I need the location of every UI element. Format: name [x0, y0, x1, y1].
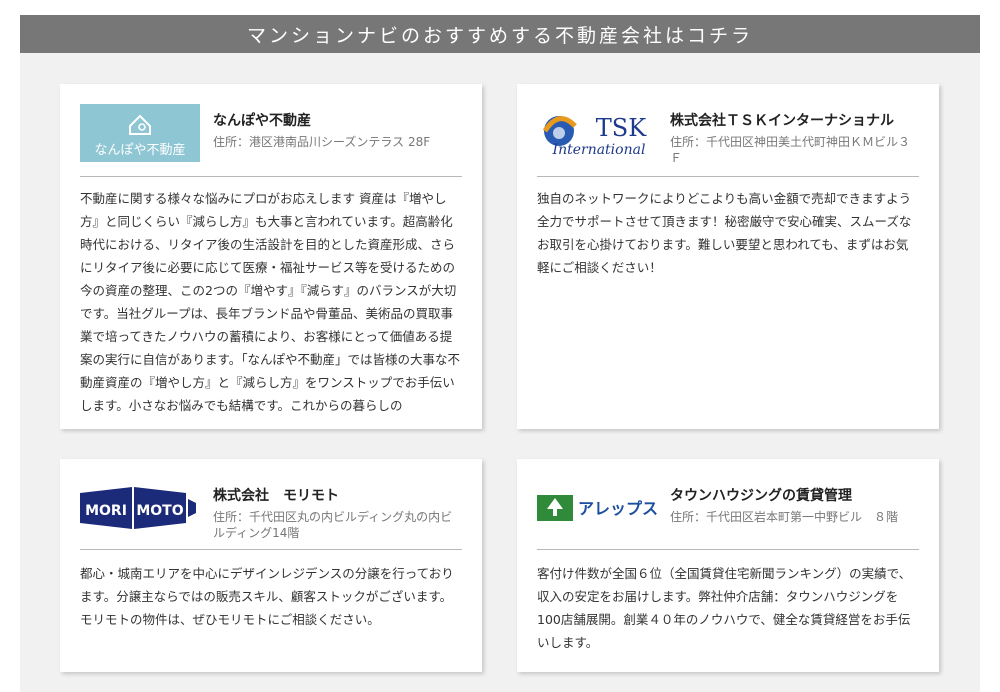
- company-card-town-housing[interactable]: アレップス タウンハウジングの賃貸管理 住所：千代田区岩本町第一中野ビル ８階 …: [517, 459, 939, 672]
- company-name[interactable]: なんぽや不動産: [213, 112, 462, 130]
- aleps-logo[interactable]: アレップス: [537, 479, 657, 537]
- company-card-nanboya[interactable]: なんぽや不動産 なんぽや不動産 住所：港区港南品川シーズンテラス 28F 不動産…: [60, 84, 482, 429]
- morimoto-logo-left: MORI: [85, 503, 127, 519]
- company-address: 住所：千代田区丸の内ビルディング丸の内ビルディング14階: [213, 510, 453, 540]
- banner-title: マンションナビのおすすめする不動産会社はコチラ: [246, 24, 753, 47]
- company-name[interactable]: 株式会社ＴＳＫインターナショナル: [670, 112, 919, 130]
- nanboya-logo[interactable]: なんぽや不動産: [80, 104, 200, 162]
- card-divider: [80, 176, 462, 177]
- company-name[interactable]: タウンハウジングの賃貸管理: [670, 487, 919, 505]
- morimoto-logo[interactable]: MORI MOTO: [80, 479, 200, 537]
- company-card-morimoto[interactable]: MORI MOTO 株式会社 モリモト 住所：千代田区丸の内ビルディング丸の内ビ…: [60, 459, 482, 672]
- card-header: MORI MOTO 株式会社 モリモト 住所：千代田区丸の内ビルディング丸の内ビ…: [80, 477, 462, 541]
- company-name[interactable]: 株式会社 モリモト: [213, 487, 462, 505]
- card-header: TSK International 株式会社ＴＳＫインターナショナル 住所：千代…: [537, 102, 919, 166]
- company-address: 住所：港区港南品川シーズンテラス 28F: [213, 135, 431, 149]
- section-banner: マンションナビのおすすめする不動産会社はコチラ: [20, 15, 980, 53]
- morimoto-logo-right: MOTO: [136, 503, 183, 519]
- tsk-logo[interactable]: TSK International: [537, 104, 657, 162]
- card-divider: [537, 176, 919, 177]
- company-description: 客付け件数が全国６位（全国賃貸住宅新聞ランキング）の実績で、収入の安定をお届けし…: [537, 566, 912, 650]
- card-header: なんぽや不動産 なんぽや不動産 住所：港区港南品川シーズンテラス 28F: [80, 102, 462, 166]
- card-header: アレップス タウンハウジングの賃貸管理 住所：千代田区岩本町第一中野ビル ８階: [537, 477, 919, 541]
- company-description: 不動産に関する様々な悩みにプロがお応えします 資産は『増やし方』と同じくらい『減…: [80, 191, 461, 413]
- card-divider: [80, 549, 462, 550]
- card-divider: [537, 549, 919, 550]
- company-card-tsk[interactable]: TSK International 株式会社ＴＳＫインターナショナル 住所：千代…: [517, 84, 939, 429]
- aleps-logo-text: アレップス: [578, 499, 657, 518]
- nanboya-logo-text: なんぽや不動産: [94, 142, 185, 158]
- company-description: 独自のネットワークによりどこよりも高い金額で売却できますよう全力でサポートさせて…: [537, 191, 912, 275]
- tsk-logo-main-text: TSK: [596, 114, 647, 142]
- company-address: 住所：千代田区神田美土代町神田ＫＭビル３Ｆ: [670, 135, 911, 165]
- company-description: 都心・城南エリアを中心にデザインレジデンスの分譲を行っております。分譲主ならでは…: [80, 566, 454, 627]
- tsk-logo-sub-text: International: [552, 142, 646, 158]
- company-address: 住所：千代田区岩本町第一中野ビル ８階: [670, 510, 899, 524]
